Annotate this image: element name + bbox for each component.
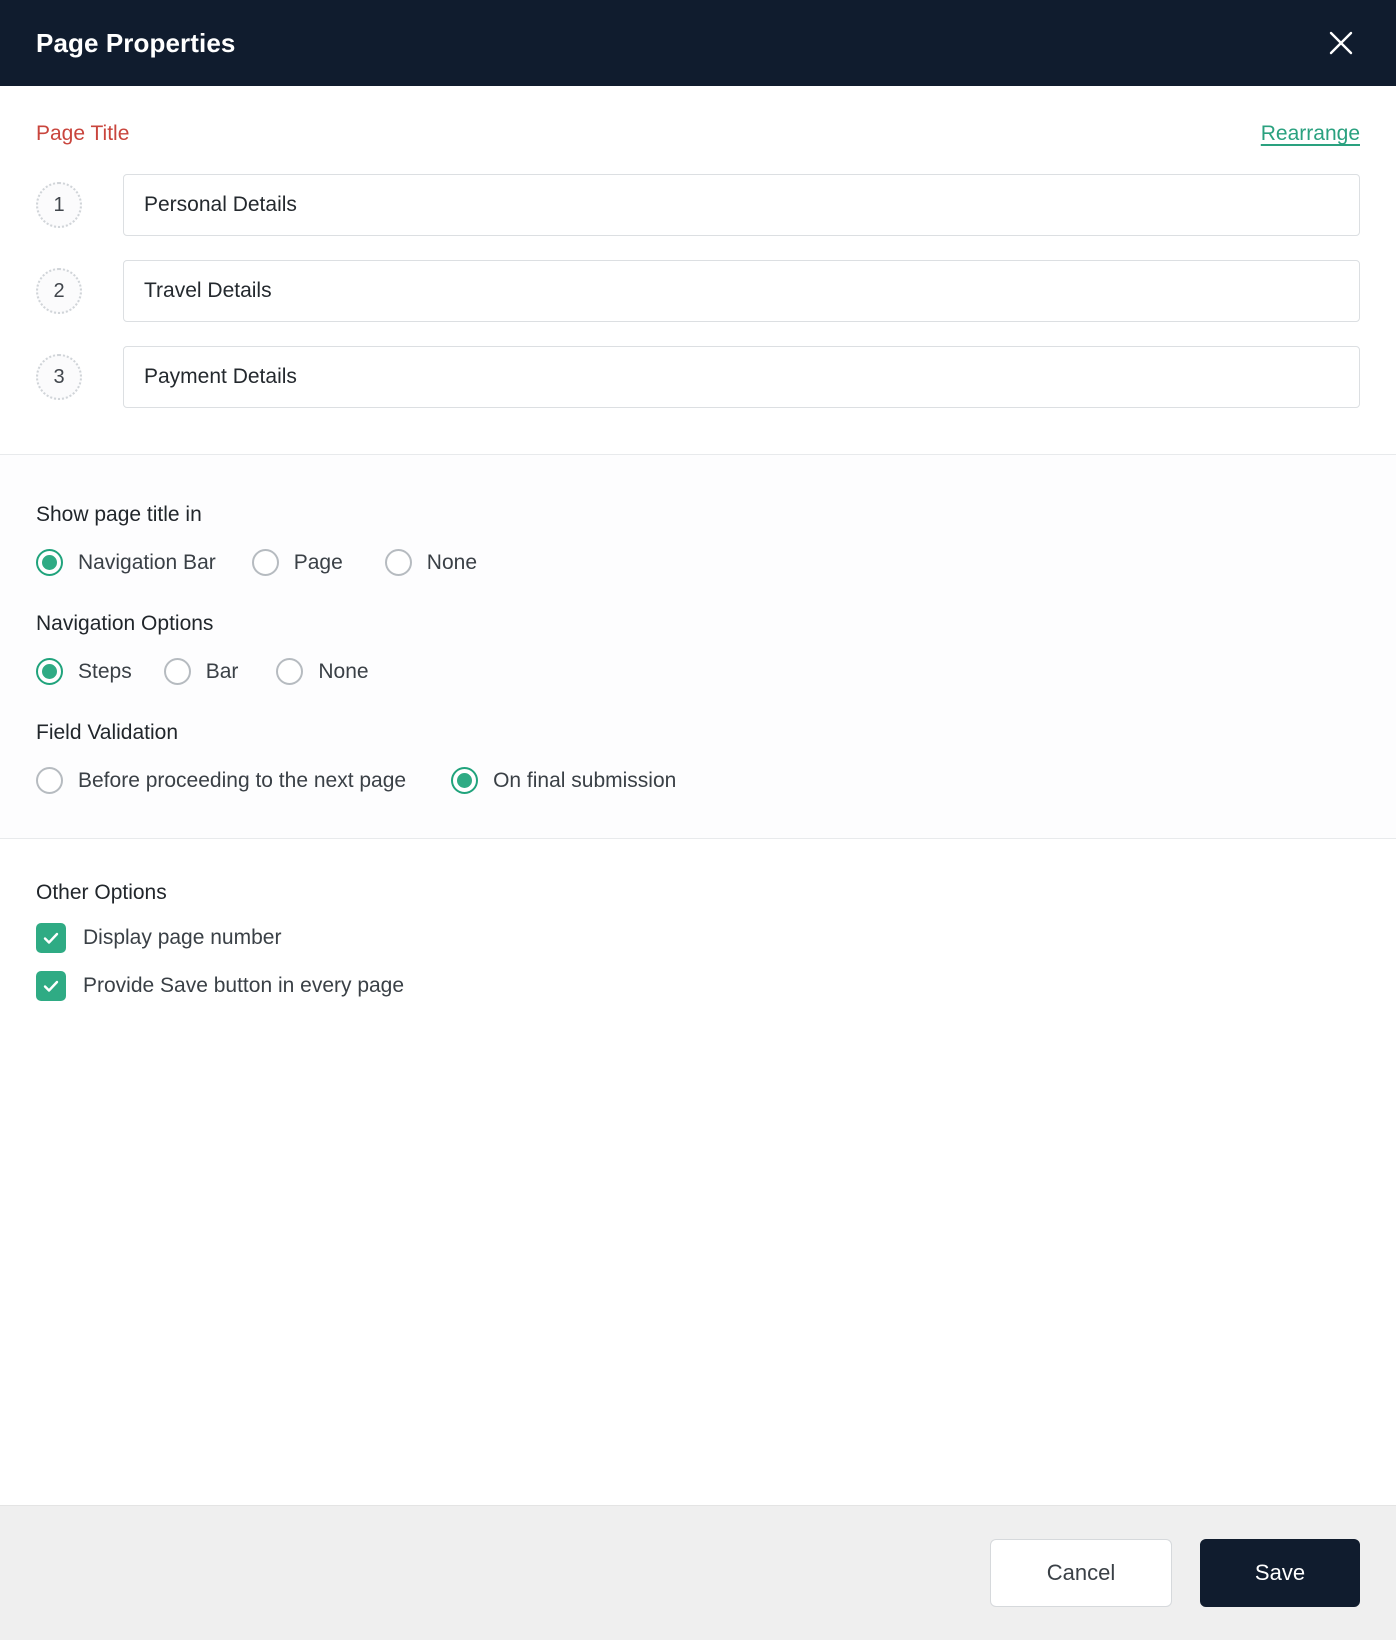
field-validation-label: Field Validation [36,721,179,744]
radio-indicator [163,658,191,685]
page-title-row-3: 3 [36,346,1360,408]
checkbox-label: Display page number [83,926,282,949]
show-page-title-group: Show page title in Navigation Bar Page N… [36,503,1360,576]
dialog-footer: Cancel Save [0,1505,1396,1640]
radio-label: Steps [78,659,132,683]
cancel-button[interactable]: Cancel [990,1539,1172,1607]
page-properties-dialog: Page Properties Page Title Rearrange 1 2… [0,0,1396,1640]
radio-label: Before proceeding to the next page [78,768,407,792]
page-title-input-3[interactable] [123,346,1360,408]
radio-label: On final submission [493,768,677,792]
radio-label: Page [293,550,343,574]
checkbox-label: Provide Save button in every page [83,974,405,997]
drag-handle-2[interactable]: 2 [36,268,82,314]
navigation-options-label: Navigation Options [36,612,214,635]
radio-indicator [384,549,412,576]
radio-navigation-steps[interactable]: Steps [36,658,132,685]
other-options-label: Other Options [36,881,167,904]
radio-label: None [426,550,477,574]
page-titles-header: Page Title Rearrange [36,122,1360,146]
save-button[interactable]: Save [1200,1539,1360,1607]
display-options-section: Show page title in Navigation Bar Page N… [0,455,1396,838]
radio-navigation-none[interactable]: None [276,658,369,685]
radio-indicator [276,658,304,685]
rearrange-link[interactable]: Rearrange [1261,122,1360,146]
dialog-title: Page Properties [36,27,236,58]
check-icon [36,923,66,953]
show-page-title-label: Show page title in [36,503,202,526]
field-validation-radios: Before proceeding to the next page On fi… [36,767,1360,794]
radio-label: Bar [205,659,239,683]
radio-indicator [36,658,63,685]
check-icon [36,971,66,1001]
radio-indicator [36,549,63,576]
checkbox-display-page-number[interactable]: Display page number [36,923,1360,953]
navigation-options-radios: Steps Bar None [36,658,1360,685]
radio-validation-final-submission[interactable]: On final submission [451,767,676,794]
page-titles-section: Page Title Rearrange 1 2 3 [0,86,1396,454]
navigation-options-group: Navigation Options Steps Bar None [36,612,1360,685]
field-validation-group: Field Validation Before proceeding to th… [36,721,1360,794]
radio-show-title-none[interactable]: None [384,549,477,576]
radio-navigation-bar[interactable]: Bar [163,658,239,685]
page-title-input-1[interactable] [123,174,1360,236]
drag-handle-1[interactable]: 1 [36,182,82,228]
drag-handle-3[interactable]: 3 [36,354,82,400]
radio-indicator [251,549,279,576]
page-title-row-2: 2 [36,260,1360,322]
page-title-label: Page Title [36,122,130,145]
radio-indicator [36,767,63,794]
page-title-input-2[interactable] [123,260,1360,322]
show-page-title-radios: Navigation Bar Page None [36,549,1360,576]
radio-indicator [451,767,479,794]
checkbox-provide-save-button[interactable]: Provide Save button in every page [36,971,1360,1001]
radio-label: None [318,659,369,683]
radio-validation-before-next-page[interactable]: Before proceeding to the next page [36,767,406,794]
page-title-row-1: 1 [36,174,1360,236]
dialog-header: Page Properties [0,0,1396,86]
close-icon [1326,28,1356,58]
close-button[interactable] [1318,20,1364,66]
other-options-section: Other Options Display page number Provid… [0,839,1396,1505]
radio-label: Navigation Bar [78,550,216,574]
radio-show-title-navigation-bar[interactable]: Navigation Bar [36,549,216,576]
radio-show-title-page[interactable]: Page [251,549,343,576]
